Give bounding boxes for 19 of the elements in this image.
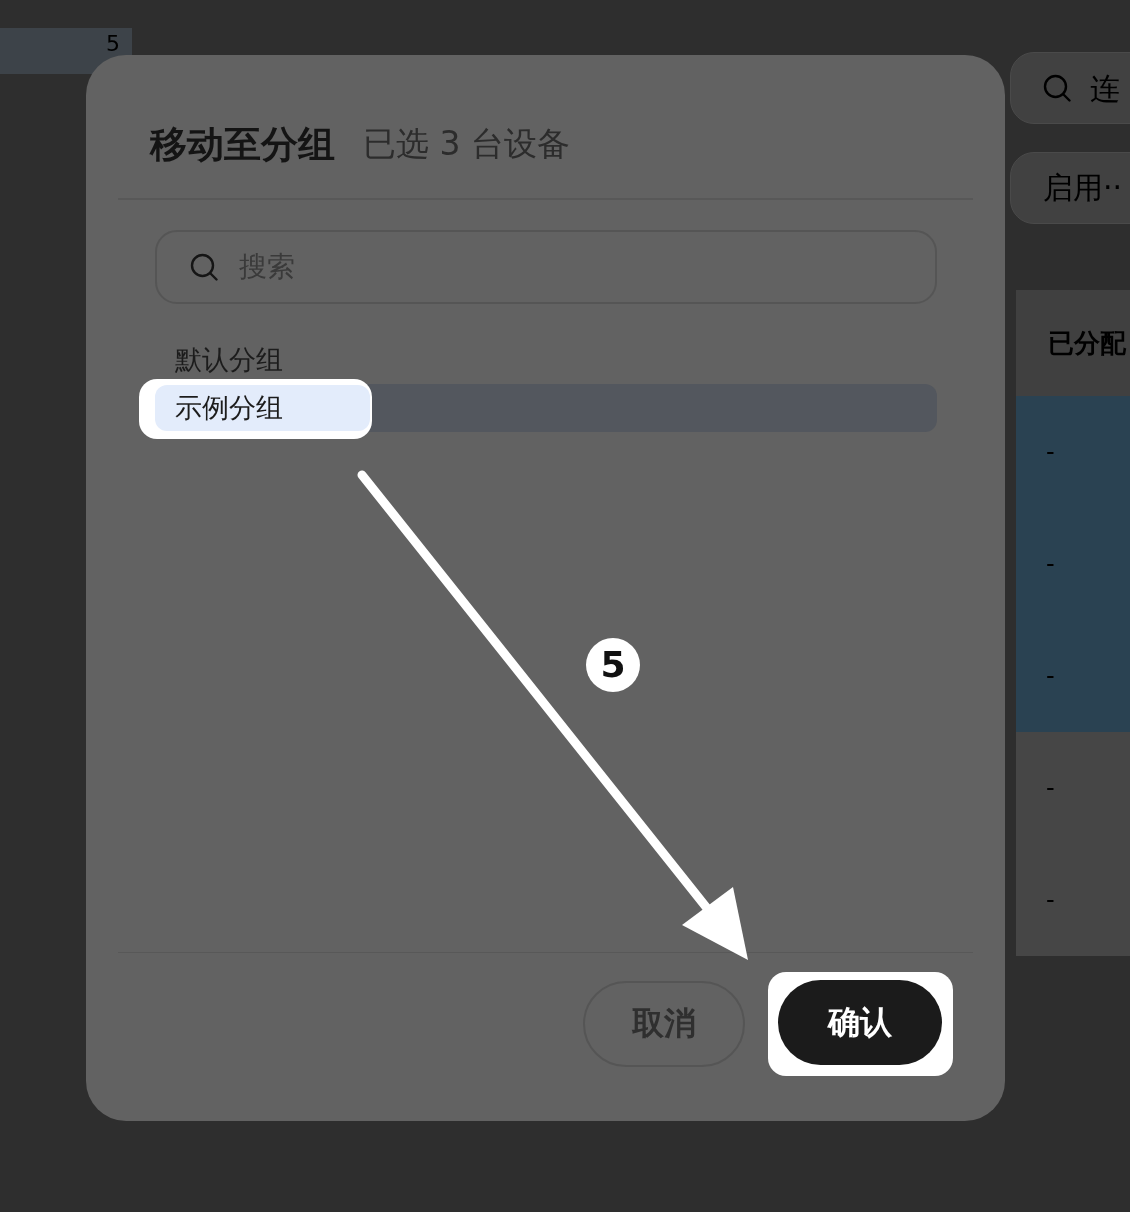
table-cell: - (1046, 438, 1055, 466)
search-icon (190, 252, 218, 281)
table-row[interactable]: - (1016, 732, 1130, 844)
table-cell: - (1046, 886, 1055, 914)
table-cell: - (1046, 550, 1055, 578)
sidebar-item[interactable]: 5 (0, 28, 132, 74)
search-field[interactable]: 连 (1010, 52, 1130, 124)
table-row[interactable]: - (1016, 508, 1130, 620)
confirm-button[interactable]: 确认 (778, 980, 942, 1065)
dialog-title: 移动至分组 (150, 121, 335, 168)
table-row[interactable]: - (1016, 396, 1130, 508)
table-cell: - (1046, 662, 1055, 690)
table-row[interactable]: - (1016, 620, 1130, 732)
table-row[interactable]: - (1016, 844, 1130, 956)
status-dropdown[interactable]: 启用·· (1010, 152, 1130, 224)
section-title: 已分配 (1048, 329, 1126, 357)
group-list-item[interactable]: 默认分组 (155, 335, 937, 384)
table-cell: - (1046, 774, 1055, 802)
search-icon (1043, 74, 1071, 102)
